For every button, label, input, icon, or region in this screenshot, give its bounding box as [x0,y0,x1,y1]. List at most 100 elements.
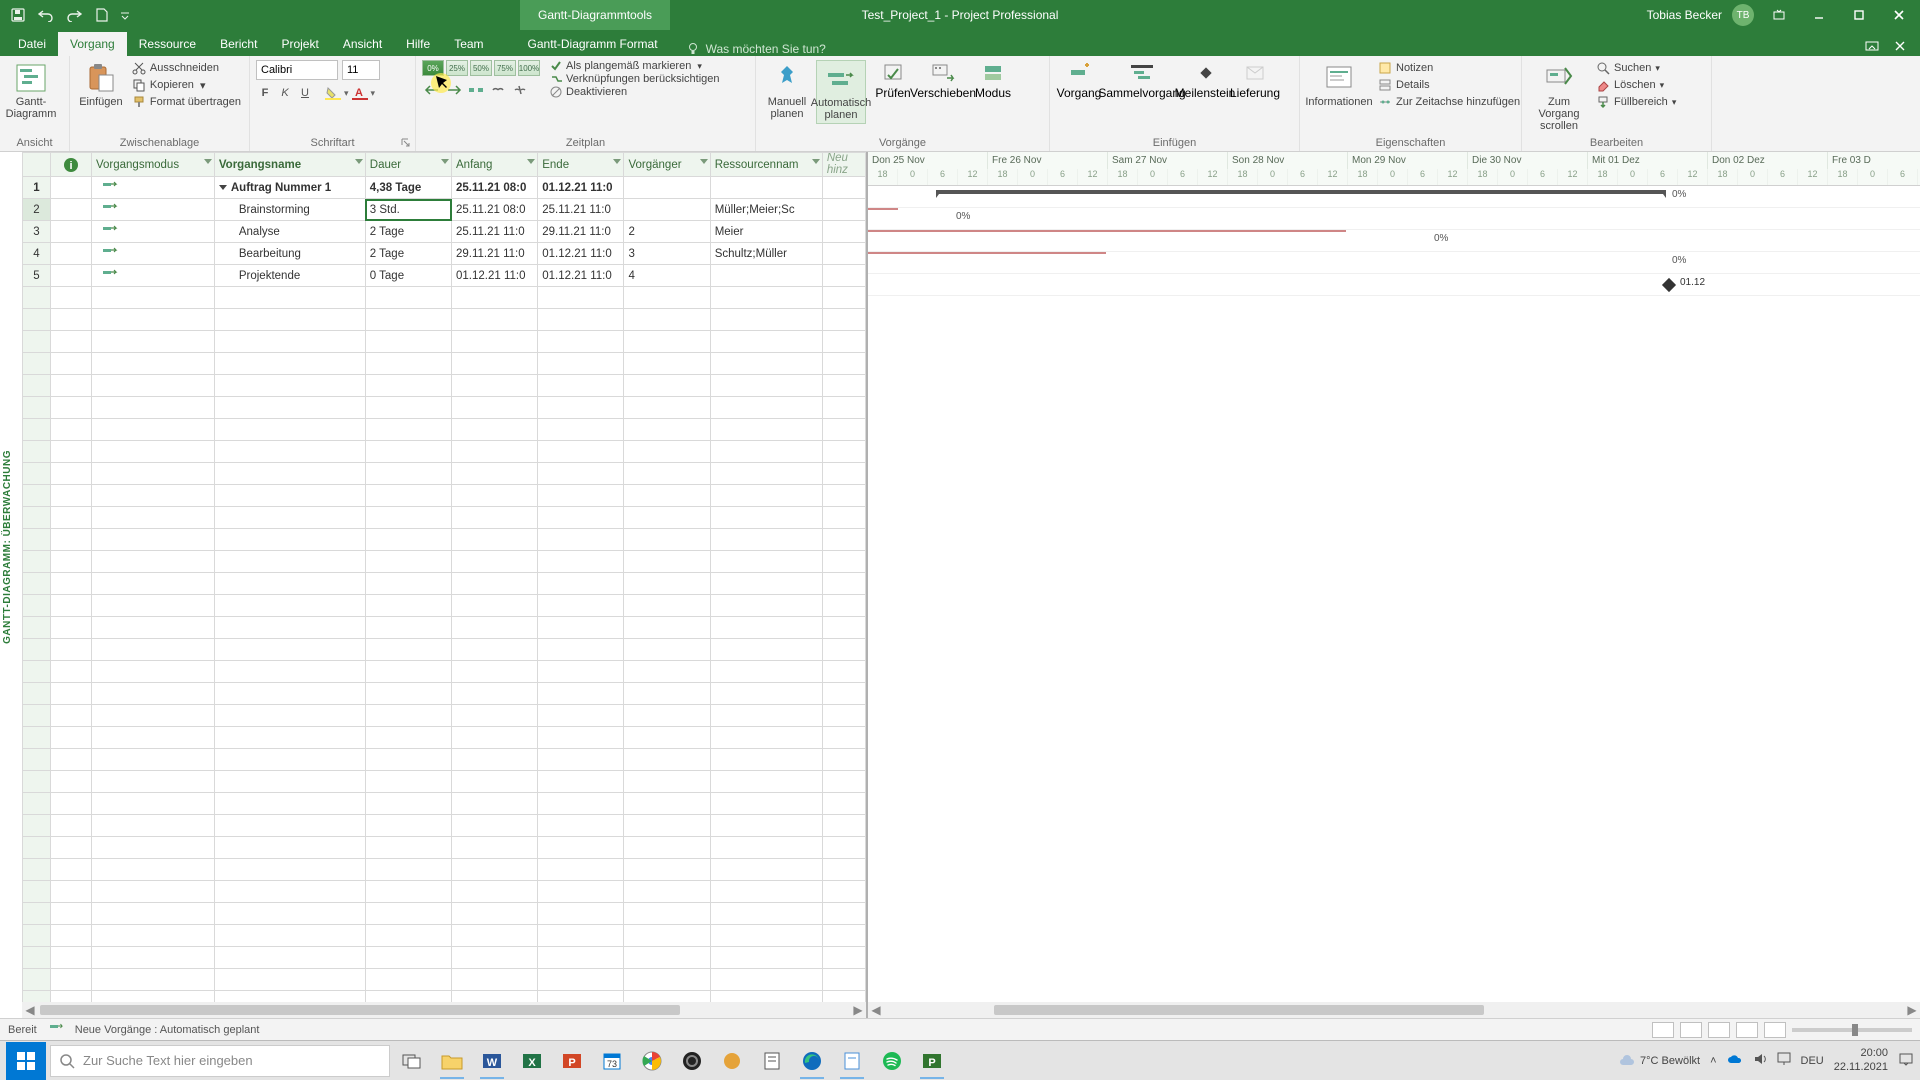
end-cell[interactable]: 25.11.21 11:0 [538,199,624,221]
task-name-cell[interactable]: Bearbeitung [214,243,365,265]
start-cell[interactable]: 25.11.21 11:0 [452,221,538,243]
save-icon[interactable] [8,5,28,25]
table-row-empty[interactable] [23,353,866,375]
table-row-empty[interactable] [23,617,866,639]
timeline-day[interactable]: Fre 03 D [1828,152,1920,169]
ribbon-display-options-icon[interactable] [1764,3,1794,27]
predecessors-cell[interactable] [624,199,710,221]
table-row[interactable]: 1Auftrag Nummer 14,38 Tage25.11.21 08:00… [23,177,866,199]
table-row-empty[interactable] [23,793,866,815]
underline-button[interactable]: U [296,84,314,102]
table-row-empty[interactable] [23,837,866,859]
task-view-button[interactable] [394,1043,430,1079]
table-row-empty[interactable] [23,507,866,529]
duration-header[interactable]: Dauer [365,153,451,177]
end-cell[interactable]: 01.12.21 11:0 [538,243,624,265]
tab-team[interactable]: Team [442,32,495,56]
end-cell[interactable]: 29.11.21 11:0 [538,221,624,243]
view-gantt-button[interactable] [1652,1022,1674,1038]
copy-button[interactable]: Kopieren ▾ [130,77,243,93]
resource-cell[interactable]: Müller;Meier;Sc [710,199,822,221]
row-header[interactable]: 4 [23,243,51,265]
tell-me-search[interactable]: Was möchten Sie tun? [670,42,826,56]
extra-cell[interactable] [822,177,865,199]
cut-button[interactable]: Ausschneiden [130,60,243,76]
task-name-cell[interactable]: Projektende [214,265,365,287]
resource-cell[interactable]: Meier [710,221,822,243]
italic-button[interactable]: K [276,84,294,102]
table-row-empty[interactable] [23,925,866,947]
details-button[interactable]: Details [1376,77,1522,93]
predecessors-cell[interactable]: 2 [624,221,710,243]
clock[interactable]: 20:00 22.11.2021 [1834,1047,1888,1073]
user-avatar[interactable]: TB [1732,4,1754,26]
table-row-empty[interactable] [23,595,866,617]
scroll-left-icon[interactable]: ◀ [868,1002,884,1018]
timeline-day[interactable]: Fre 26 Nov [988,152,1108,169]
user-name[interactable]: Tobias Becker [1647,8,1722,22]
duration-cell[interactable]: 4,38 Tage [365,177,451,199]
row-header[interactable]: 1 [23,177,51,199]
edge-button[interactable] [794,1043,830,1079]
spotify-button[interactable] [874,1043,910,1079]
tray-expand-icon[interactable]: ˄ [1710,1055,1716,1067]
table-row-empty[interactable] [23,309,866,331]
app-button-1[interactable] [714,1043,750,1079]
excel-button[interactable]: X [514,1043,550,1079]
name-header[interactable]: Vorgangsname [214,153,365,177]
end-header[interactable]: Ende [538,153,624,177]
find-button[interactable]: Suchen ▾ [1594,60,1678,76]
obs-button[interactable] [674,1043,710,1079]
auto-schedule-button[interactable]: Automatisch planen [816,60,866,124]
task-table[interactable]: i Vorgangsmodus Vorgangsname Dauer Anfan… [22,152,866,1018]
tab-gantt-format[interactable]: Gantt-Diagramm Format [516,32,670,56]
duration-cell[interactable]: 3 Std. [365,199,451,221]
tab-bericht[interactable]: Bericht [208,32,269,56]
tab-hilfe[interactable]: Hilfe [394,32,442,56]
clear-button[interactable]: Löschen ▾ [1594,77,1678,93]
language-indicator[interactable]: DEU [1801,1055,1824,1067]
chrome-button[interactable] [634,1043,670,1079]
table-row-empty[interactable] [23,287,866,309]
fill-button[interactable]: Füllbereich ▾ [1594,94,1678,110]
table-row-empty[interactable] [23,881,866,903]
mode-cell[interactable] [91,243,214,265]
gantt-body[interactable]: 0% 0% 0% 0% 01.12 [868,186,1920,1018]
resources-header[interactable]: Ressourcennam [710,153,822,177]
gantt-task-bar[interactable] [868,230,1346,232]
tab-ansicht[interactable]: Ansicht [331,32,394,56]
summary-task-button[interactable]: Sammelvorgang [1106,60,1178,102]
gantt-milestone[interactable] [1662,278,1676,292]
gantt-task-bar[interactable] [868,208,898,210]
table-row-empty[interactable] [23,683,866,705]
gantt-summary-bar[interactable] [936,190,1666,194]
new-doc-icon[interactable] [92,5,112,25]
weather-widget[interactable]: 7°C Bewölkt [1618,1053,1700,1069]
tab-datei[interactable]: Datei [6,32,58,56]
table-row-empty[interactable] [23,815,866,837]
predecessors-cell[interactable]: 4 [624,265,710,287]
table-row-empty[interactable] [23,419,866,441]
mode-button[interactable]: Modus [970,60,1016,102]
timeline-day[interactable]: Mon 29 Nov [1348,152,1468,169]
start-cell[interactable]: 25.11.21 08:0 [452,177,538,199]
word-button[interactable]: W [474,1043,510,1079]
table-row-empty[interactable] [23,573,866,595]
split-task-button[interactable] [466,81,486,99]
scroll-right-icon[interactable]: ▶ [1904,1002,1920,1018]
timeline-day[interactable]: Mit 01 Dez [1588,152,1708,169]
font-color-button[interactable]: A [351,84,369,102]
table-row-empty[interactable] [23,485,866,507]
task-name-cell[interactable]: Auftrag Nummer 1 [214,177,365,199]
tab-ressource[interactable]: Ressource [127,32,208,56]
resource-cell[interactable]: Schultz;Müller [710,243,822,265]
mode-cell[interactable] [91,177,214,199]
notifications-icon[interactable] [1898,1051,1914,1070]
tab-vorgang[interactable]: Vorgang [58,32,127,56]
maximize-icon[interactable] [1844,3,1874,27]
extra-cell[interactable] [822,221,865,243]
collapse-ribbon-icon[interactable] [1862,36,1882,56]
gantt-task-bar[interactable] [868,252,1106,254]
unlink-button[interactable] [510,81,530,99]
table-row[interactable]: 4Bearbeitung2 Tage29.11.21 11:001.12.21 … [23,243,866,265]
